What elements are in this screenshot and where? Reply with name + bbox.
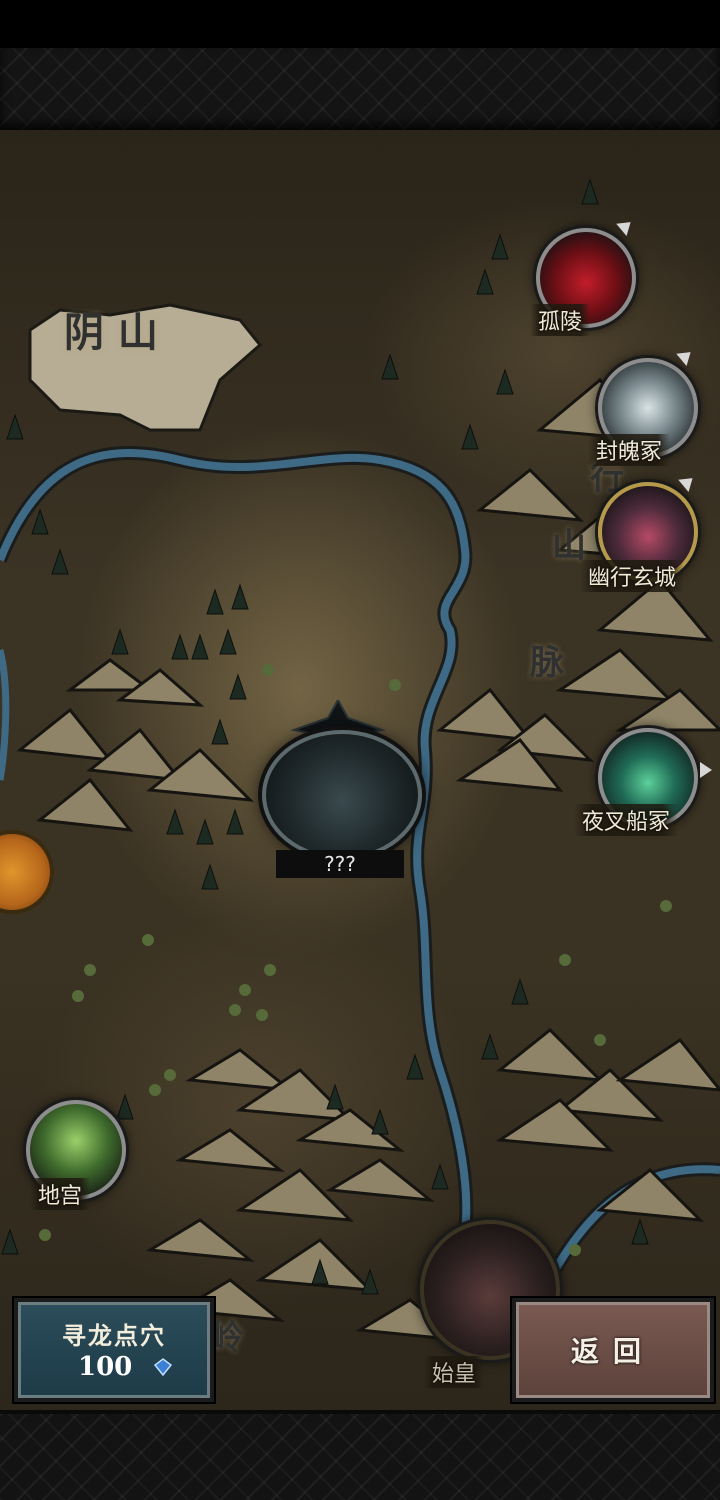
- location-label: 始皇: [424, 1356, 485, 1388]
- world-map[interactable]: 阴 山 行 山 脉 岭 孤陵 封魄冢 幽行玄城 夜叉船冢 地宫 始皇 ???: [0, 130, 720, 1410]
- top-frame-border: [0, 48, 720, 134]
- region-label-ling: 岭: [210, 1318, 244, 1358]
- status-bar: [0, 0, 720, 48]
- find-dragon-cost: 100: [78, 1352, 133, 1382]
- location-youxingxuancheng[interactable]: 幽行玄城: [580, 472, 720, 594]
- chevron-right-icon: [700, 762, 712, 778]
- location-label: 夜叉船冢: [574, 804, 679, 836]
- location-label: 封魄冢: [588, 434, 671, 466]
- location-label: 孤陵: [530, 304, 591, 336]
- current-location-node[interactable]: ???: [262, 700, 422, 878]
- location-yechachuanzhong[interactable]: 夜叉船冢: [574, 728, 720, 840]
- unknown-location-disc: [262, 730, 422, 860]
- location-guling[interactable]: 孤陵: [530, 216, 636, 340]
- location-fengkuizhong[interactable]: 封魄冢: [588, 346, 720, 470]
- back-label: 返回: [570, 1335, 655, 1368]
- blue-gem-icon: [154, 1358, 172, 1376]
- location-label: 地宫: [30, 1178, 91, 1210]
- region-label-yinshan: 阴 山: [64, 309, 158, 356]
- back-button[interactable]: 返回: [512, 1298, 714, 1402]
- location-label: 幽行玄城: [580, 560, 685, 592]
- current-location-label: ???: [276, 850, 404, 878]
- region-label-range-3: 脉: [530, 643, 564, 683]
- location-digong[interactable]: 地宫: [24, 1100, 134, 1212]
- bottom-frame-border: [0, 1410, 720, 1500]
- find-dragon-label: 寻龙点穴: [62, 1321, 166, 1350]
- find-dragon-button[interactable]: 寻龙点穴 100: [14, 1298, 214, 1402]
